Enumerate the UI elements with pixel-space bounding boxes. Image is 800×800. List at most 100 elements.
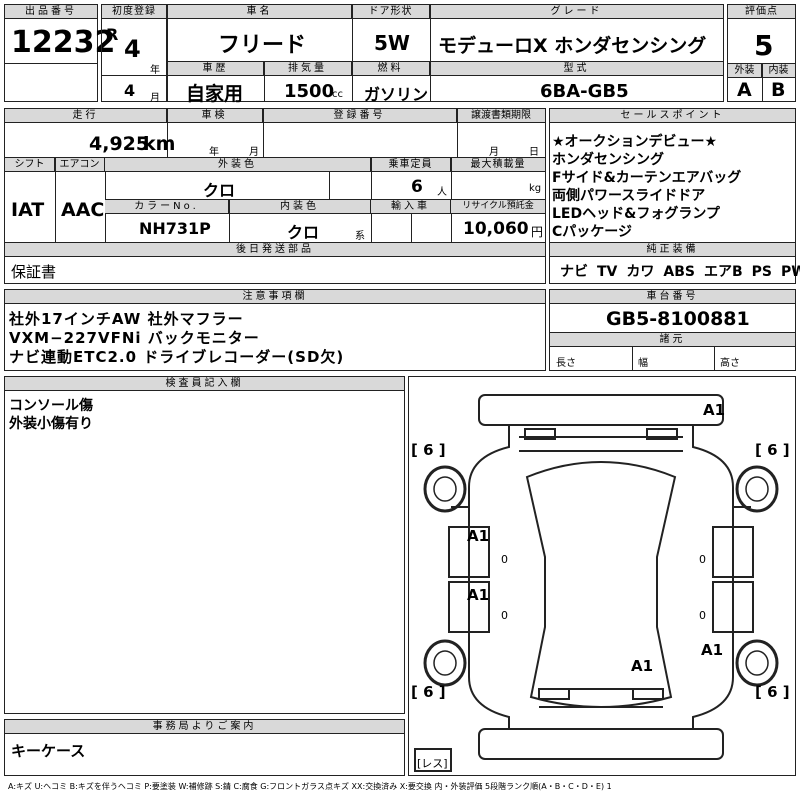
transfer-month-unit: 月 xyxy=(489,147,499,158)
history-value: 自家用 xyxy=(186,83,244,105)
specs-header: 諸元 xyxy=(550,332,795,347)
reg-no-header: 登録番号 xyxy=(263,109,457,123)
tire-front-right: [ 6 ] xyxy=(755,441,790,459)
selling-point-5: LEDヘッド&フォグランプ xyxy=(552,206,720,222)
recycle-value: 10,060 xyxy=(463,219,529,239)
aircon-value: AAC xyxy=(61,199,105,221)
lot-box: 出品番号 12232 xyxy=(4,4,115,102)
color-no-value: NH731P xyxy=(139,219,211,238)
office-header: 事務局よりご案内 xyxy=(5,720,404,734)
later-parts-value: 保証書 xyxy=(11,263,57,281)
notes-box: 注意事項欄 社外17インチAW 社外マフラー VXM−227VFNi バックモニ… xyxy=(4,289,546,371)
selling-points-header: セールスポイント xyxy=(550,109,795,123)
history-header: 車歴 xyxy=(168,62,264,76)
interior-grade-header: 内装 xyxy=(762,64,795,78)
zero-left-2: 0 xyxy=(501,609,508,622)
grade-value: モデューロX ホンダセンシング xyxy=(438,35,707,57)
shaken-month-unit: 月 xyxy=(249,147,259,158)
damage-mark-front-right: A1 xyxy=(703,401,726,419)
exterior-grade: A xyxy=(737,79,752,101)
zero-left-1: 0 xyxy=(501,553,508,566)
zero-right-2: 0 xyxy=(699,609,706,622)
first-reg-year: 4 xyxy=(124,35,141,63)
details-box: 走行 車検 登録番号 譲渡書類期限 4,925 km 年 月 月 日 シフト エ… xyxy=(4,108,546,284)
tire-front-left: [ 6 ] xyxy=(411,441,446,459)
int-color-unit: 系 xyxy=(355,231,365,242)
spec-length: 長さ xyxy=(556,358,576,369)
equipment-ps: PS xyxy=(751,264,772,280)
displacement-unit: cc xyxy=(332,89,343,100)
notes-line-3: ナビ連動ETC2.0 ドライブレコーダー(SD欠) xyxy=(9,348,345,366)
notes-line-2: VXM−227VFNi バックモニター xyxy=(9,329,260,347)
equipment-leather: カワ xyxy=(626,264,655,280)
transfer-header: 譲渡書類期限 xyxy=(457,109,545,123)
recycle-header: リサイクル預託金 xyxy=(451,200,545,214)
top-main-box: 車名 ドア形状 グレード フリード 5W モデューロX ホンダセンシング 車歴 … xyxy=(167,4,724,105)
lot-header: 出品番号 xyxy=(5,5,97,19)
grade-header: グレード xyxy=(430,5,723,19)
notes-header: 注意事項欄 xyxy=(5,290,545,304)
damage-mark-left-rear-door: A1 xyxy=(467,586,490,604)
spec-width: 幅 xyxy=(638,358,648,369)
exterior-grade-header: 外装 xyxy=(728,64,762,78)
max-load-unit: kg xyxy=(529,183,542,194)
selling-point-3: Fサイド&カーテンエアバッグ xyxy=(552,170,742,186)
model-code: 6BA-GB5 xyxy=(540,81,629,102)
inspector-line-2: 外装小傷有り xyxy=(9,416,93,432)
int-color-value: クロ xyxy=(287,223,320,242)
first-reg-month: 4 xyxy=(124,81,136,100)
shift-header: シフト xyxy=(5,158,55,172)
equipment-tv: TV xyxy=(597,264,618,280)
office-box: 事務局よりご案内 キーケース xyxy=(4,719,405,776)
aircon-header: エアコン xyxy=(55,158,105,172)
mileage-value: 4,925 xyxy=(89,133,150,155)
capacity-value: 6 xyxy=(411,177,423,197)
inspector-line-1: コンソール傷 xyxy=(9,398,93,414)
equipment-list: ナビ TV カワ ABS エアB PS PW xyxy=(560,261,800,281)
equipment-abs: ABS xyxy=(663,264,695,280)
first-reg-box: 初度登録 R 4 年 4 月 xyxy=(101,4,167,104)
inspector-box: 検査員記入欄 コンソール傷 外装小傷有り xyxy=(4,376,405,714)
fuel-header: 燃料 xyxy=(352,62,430,76)
tire-rear-right: [ 6 ] xyxy=(755,683,790,701)
mileage-header: 走行 xyxy=(5,109,167,123)
equipment-nav: ナビ xyxy=(560,264,588,280)
score-value: 5 xyxy=(754,29,774,62)
equipment-pw: PW xyxy=(781,264,800,280)
equipment-header: 純正装備 xyxy=(550,243,795,257)
displacement-header: 排気量 xyxy=(264,62,352,76)
spare-tire-label: [レス] xyxy=(417,757,448,770)
transfer-day-unit: 日 xyxy=(529,147,539,158)
first-reg-header: 初度登録 xyxy=(102,5,166,19)
selling-point-1: ★オークションデビュー★ xyxy=(552,134,718,150)
shaken-year-unit: 年 xyxy=(209,147,219,158)
ext-color-value: クロ xyxy=(203,181,236,200)
spec-height: 高さ xyxy=(720,358,740,369)
lot-number: 12232 xyxy=(11,25,116,60)
inspector-header: 検査員記入欄 xyxy=(5,377,404,391)
first-reg-era: R xyxy=(106,25,119,44)
door-type: 5W xyxy=(374,31,410,55)
car-name: フリード xyxy=(218,33,307,58)
displacement-value: 1500 xyxy=(284,81,335,102)
int-color-header: 内装色 xyxy=(229,200,371,214)
import-header: 輸入車 xyxy=(371,200,451,214)
shift-value: IAT xyxy=(11,199,45,221)
interior-grade: B xyxy=(771,79,786,101)
chassis-box: 車台番号 GB5-8100881 諸元 長さ 幅 高さ xyxy=(549,289,796,371)
score-header: 評価点 xyxy=(728,5,795,19)
zero-right-1: 0 xyxy=(699,553,706,566)
chassis-number: GB5-8100881 xyxy=(606,308,750,330)
selling-points-box: セールスポイント ★オークションデビュー★ ホンダセンシング Fサイド&カーテン… xyxy=(549,108,800,284)
ext-color-header: 外装色 xyxy=(105,158,371,172)
selling-point-4: 両側パワースライドドア xyxy=(552,188,706,204)
capacity-unit: 人 xyxy=(437,187,447,198)
max-load-header: 最大積載量 xyxy=(451,158,545,172)
door-header: ドア形状 xyxy=(352,5,430,19)
tire-rear-left: [ 6 ] xyxy=(411,683,446,701)
legend: A:キズ U:ヘコミ B:キズを伴うヘコミ P:要塗装 W:補修跡 S:錆 C:… xyxy=(8,782,612,791)
equipment-airbag: エアB xyxy=(703,264,743,280)
damage-mark-rear-right: A1 xyxy=(701,641,724,659)
car-outline xyxy=(414,394,779,772)
selling-point-2: ホンダセンシング xyxy=(552,152,664,168)
